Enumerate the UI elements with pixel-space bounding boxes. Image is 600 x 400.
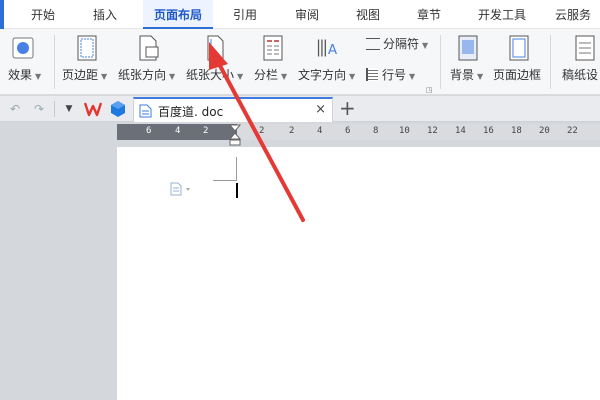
annotation-arrow [209, 42, 305, 222]
wps-writer-window: 开始 插入 页面布局 引用 审阅 视图 章节 开发工具 云服务 效果 ▼ 页边距 ▼ [0, 0, 600, 400]
